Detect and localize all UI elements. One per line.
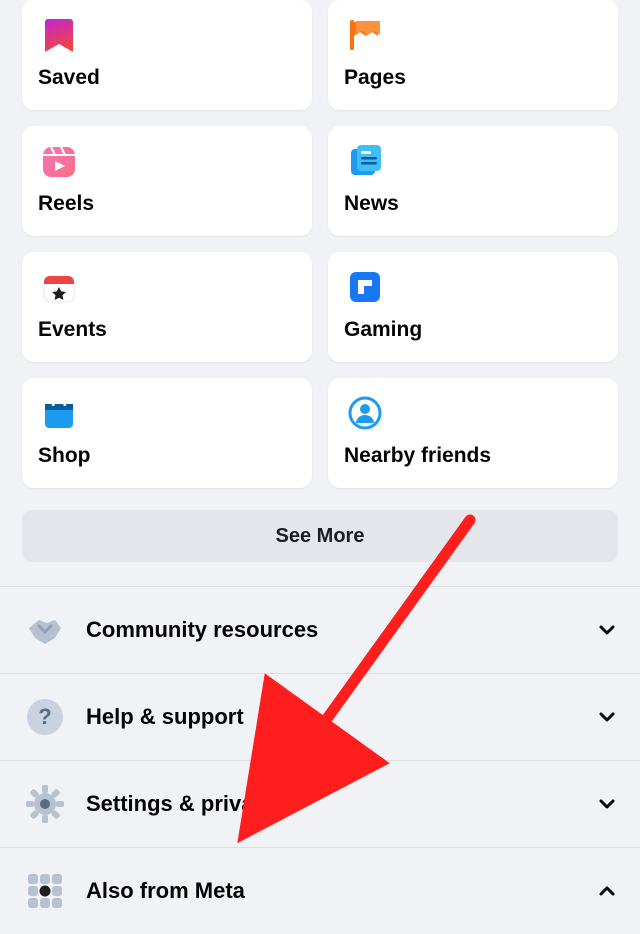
reels-icon: [38, 140, 80, 182]
section-settings-privacy[interactable]: Settings & privacy: [0, 761, 640, 848]
chevron-up-icon: [596, 880, 618, 902]
pages-icon: [344, 14, 386, 56]
section-label: Settings & privacy: [86, 791, 596, 817]
shortcut-label: Gaming: [344, 318, 602, 342]
section-label: Help & support: [86, 704, 596, 730]
gear-icon: [22, 781, 68, 827]
shortcut-label: Events: [38, 318, 296, 342]
shortcut-label: Nearby friends: [344, 444, 602, 468]
chevron-down-icon: [596, 793, 618, 815]
news-icon: [344, 140, 386, 182]
help-icon: ?: [22, 694, 68, 740]
shortcut-pages[interactable]: Pages: [328, 0, 618, 110]
section-label: Also from Meta: [86, 878, 596, 904]
shortcut-events[interactable]: Events: [22, 252, 312, 362]
section-also-from-meta[interactable]: Also from Meta: [0, 848, 640, 934]
shortcut-nearby-friends[interactable]: Nearby friends: [328, 378, 618, 488]
chevron-down-icon: [596, 706, 618, 728]
section-label: Community resources: [86, 617, 596, 643]
saved-icon: [38, 14, 80, 56]
shortcut-label: News: [344, 192, 602, 216]
shortcut-saved[interactable]: Saved: [22, 0, 312, 110]
shortcut-news[interactable]: News: [328, 126, 618, 236]
shortcut-reels[interactable]: Reels: [22, 126, 312, 236]
see-more-button[interactable]: See More: [22, 510, 618, 562]
see-more-label: See More: [276, 525, 365, 548]
shop-icon: [38, 392, 80, 434]
svg-text:?: ?: [38, 704, 51, 729]
shortcut-label: Shop: [38, 444, 296, 468]
handshake-icon: [22, 607, 68, 653]
shortcut-shop[interactable]: Shop: [22, 378, 312, 488]
shortcut-gaming[interactable]: Gaming: [328, 252, 618, 362]
gaming-icon: [344, 266, 386, 308]
shortcut-label: Reels: [38, 192, 296, 216]
events-icon: [38, 266, 80, 308]
chevron-down-icon: [596, 619, 618, 641]
shortcut-label: Pages: [344, 66, 602, 90]
nearby-friends-icon: [344, 392, 386, 434]
section-help-support[interactable]: ? Help & support: [0, 674, 640, 761]
section-community-resources[interactable]: Community resources: [0, 587, 640, 674]
shortcut-label: Saved: [38, 66, 296, 90]
